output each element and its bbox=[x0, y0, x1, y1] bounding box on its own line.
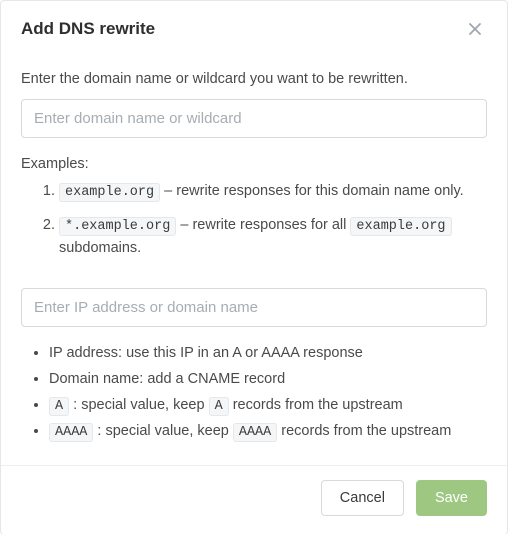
cancel-button[interactable]: Cancel bbox=[321, 480, 404, 516]
notes-list: IP address: use this IP in an A or AAAA … bbox=[21, 343, 487, 443]
note-item: IP address: use this IP in an A or AAAA … bbox=[49, 343, 487, 365]
examples-label: Examples: bbox=[21, 156, 487, 172]
example-dash: – bbox=[160, 183, 176, 199]
example-text: rewrite responses for this domain name o… bbox=[176, 183, 463, 199]
example-text-2: subdomains. bbox=[59, 240, 141, 256]
close-button[interactable] bbox=[463, 17, 487, 41]
note-text: : special value, keep bbox=[69, 397, 208, 413]
modal-title: Add DNS rewrite bbox=[21, 19, 155, 39]
example-code: *.example.org bbox=[59, 217, 176, 236]
note-item: AAAA : special value, keep AAAA records … bbox=[49, 421, 487, 443]
lead-text: Enter the domain name or wildcard you wa… bbox=[21, 71, 487, 87]
answer-input[interactable] bbox=[21, 288, 487, 327]
add-dns-rewrite-modal: Add DNS rewrite Enter the domain name or… bbox=[0, 0, 508, 534]
domain-input[interactable] bbox=[21, 99, 487, 138]
example-item: *.example.org – rewrite responses for al… bbox=[59, 214, 487, 261]
example-text: rewrite responses for all bbox=[192, 217, 350, 233]
example-dash: – bbox=[176, 217, 192, 233]
note-code-2: AAAA bbox=[233, 423, 277, 442]
note-code: AAAA bbox=[49, 423, 93, 442]
note-text: IP address: use this IP in an A or AAAA … bbox=[49, 345, 363, 361]
note-code: A bbox=[49, 397, 69, 416]
note-item: Domain name: add a CNAME record bbox=[49, 369, 487, 391]
example-item: example.org – rewrite responses for this… bbox=[59, 180, 487, 204]
examples-list: example.org – rewrite responses for this… bbox=[21, 180, 487, 260]
note-text: : special value, keep bbox=[93, 423, 232, 439]
example-code: example.org bbox=[59, 183, 160, 202]
modal-body: Enter the domain name or wildcard you wa… bbox=[1, 45, 507, 465]
close-icon bbox=[467, 21, 483, 37]
example-code-2: example.org bbox=[350, 217, 451, 236]
note-code-2: A bbox=[209, 397, 229, 416]
note-text-after: records from the upstream bbox=[229, 397, 403, 413]
note-item: A : special value, keep A records from t… bbox=[49, 395, 487, 417]
note-text: Domain name: add a CNAME record bbox=[49, 371, 285, 387]
modal-footer: Cancel Save bbox=[1, 465, 507, 534]
save-button[interactable]: Save bbox=[416, 480, 487, 516]
modal-header: Add DNS rewrite bbox=[1, 1, 507, 45]
note-text-after: records from the upstream bbox=[277, 423, 451, 439]
